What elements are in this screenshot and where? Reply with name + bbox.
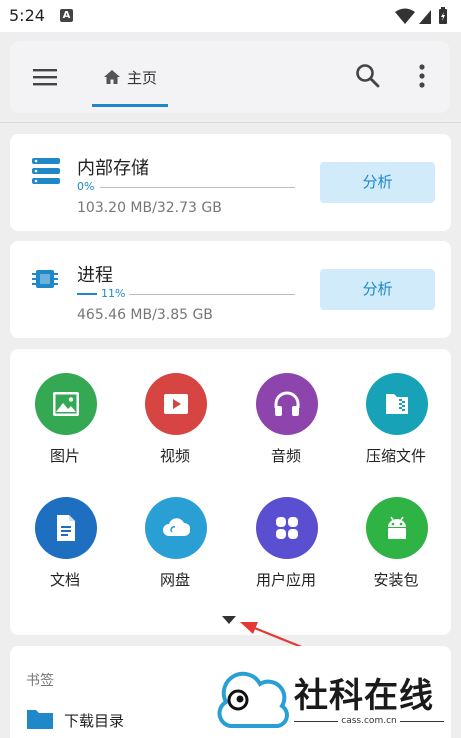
tab-home[interactable]: 主页: [92, 41, 168, 109]
home-icon: [104, 69, 120, 88]
process-card[interactable]: 进程 11% 465.46 MB/3.85 GB 分析: [10, 241, 451, 338]
video-icon: [145, 373, 207, 435]
category-user-apps[interactable]: 用户应用: [238, 497, 334, 597]
category-apk[interactable]: 安装包: [348, 497, 444, 597]
category-label: 用户应用: [255, 571, 316, 589]
categories-card: 图片 视频 音频 压缩文件 文档 网盘 用户应用 安装包: [10, 349, 451, 635]
category-documents[interactable]: 文档: [17, 497, 113, 597]
archive-icon: [366, 373, 428, 435]
apps-icon: [256, 497, 318, 559]
process-progress-fill: [77, 293, 97, 295]
status-bar: 5:24 A: [0, 0, 461, 32]
category-label: 安装包: [373, 571, 419, 589]
watermark-logo: 社科在线 cass.com.cn: [216, 664, 456, 738]
expand-arrow-icon[interactable]: [222, 616, 236, 624]
category-label: 视频: [159, 447, 190, 465]
storage-percent: 0%: [77, 180, 95, 193]
watermark-cloud-icon: [217, 671, 289, 728]
status-time: 5:24: [9, 6, 45, 25]
bookmark-label: 下载目录: [64, 712, 125, 730]
bookmarks-title: 书签: [26, 673, 54, 689]
storage-icon: [32, 158, 60, 188]
process-analyze-button[interactable]: 分析: [320, 269, 435, 310]
menu-icon[interactable]: [32, 65, 58, 89]
android-icon: [366, 497, 428, 559]
category-images[interactable]: 图片: [17, 373, 113, 473]
storage-progress-track: [100, 187, 295, 188]
storage-title: 内部存储: [77, 158, 149, 179]
app-toolbar: 主页: [10, 41, 450, 113]
bookmark-item[interactable]: 下载目录: [26, 706, 226, 734]
process-percent: 11%: [101, 287, 126, 300]
image-icon: [35, 373, 97, 435]
notification-icon: A: [60, 9, 73, 22]
category-cloud[interactable]: 网盘: [127, 497, 223, 597]
watermark-domain: cass.com.cn: [341, 716, 397, 726]
cloud-icon: [145, 497, 207, 559]
status-indicators: [393, 6, 453, 30]
category-audio[interactable]: 音频: [238, 373, 334, 473]
search-icon[interactable]: [355, 63, 381, 93]
signal-wifi-battery-icon: [395, 7, 447, 24]
more-vert-icon[interactable]: [412, 63, 432, 93]
category-label: 音频: [270, 447, 301, 465]
storage-analyze-button[interactable]: 分析: [320, 162, 435, 203]
category-label: 网盘: [159, 571, 190, 589]
storage-card[interactable]: 内部存储 0% 103.20 MB/32.73 GB 分析: [10, 134, 451, 231]
folder-icon: [26, 708, 54, 734]
chip-icon: [32, 267, 58, 295]
watermark-text: 社科在线: [294, 676, 434, 716]
process-size: 465.46 MB/3.85 GB: [77, 307, 213, 323]
storage-size: 103.20 MB/32.73 GB: [77, 200, 222, 216]
tab-home-label: 主页: [127, 69, 158, 87]
category-label: 文档: [49, 571, 80, 589]
tab-active-indicator: [92, 104, 168, 107]
category-label: 压缩文件: [365, 447, 426, 465]
process-title: 进程: [77, 265, 113, 286]
toolbar-divider: [0, 122, 461, 123]
category-archives[interactable]: 压缩文件: [348, 373, 444, 473]
document-icon: [35, 497, 97, 559]
process-progress-track: [129, 294, 295, 295]
category-videos[interactable]: 视频: [127, 373, 223, 473]
category-label: 图片: [49, 447, 80, 465]
headphones-icon: [256, 373, 318, 435]
